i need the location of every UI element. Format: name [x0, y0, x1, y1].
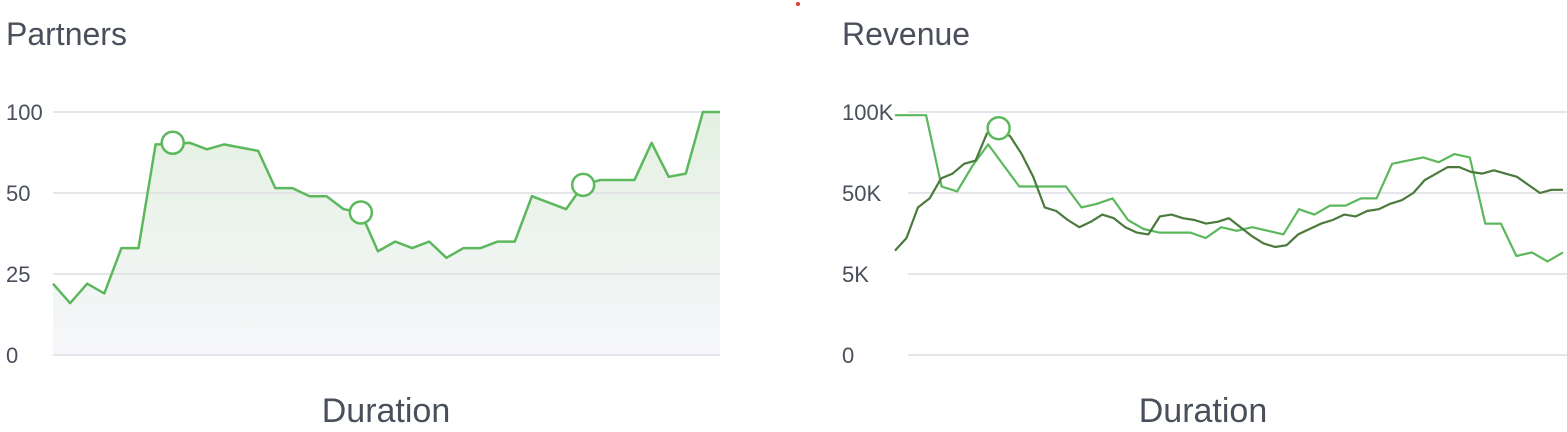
partners-chart-panel: Partners 0 25 50 100 Duration	[0, 0, 740, 432]
partners-y-tick-label: 50	[6, 181, 30, 206]
partners-point-marker	[160, 130, 185, 156]
red-dot-marker	[796, 2, 800, 6]
partners-area-fill	[53, 112, 720, 355]
revenue-chart: 0 5K 50K 100K	[842, 100, 1567, 368]
partners-point-marker	[348, 200, 374, 225]
revenue-y-tick-label: 5K	[842, 262, 869, 287]
partners-point-marker	[570, 172, 596, 198]
revenue-chart-panel: Revenue 0 5K 50K 100K Duration	[836, 0, 1567, 432]
partners-y-tick-label: 25	[6, 262, 30, 287]
revenue-point-marker	[986, 115, 1011, 141]
revenue-x-axis-label: Duration	[1138, 392, 1268, 430]
revenue-y-tick-label: 0	[842, 343, 854, 368]
revenue-y-tick-label: 50K	[842, 181, 881, 206]
revenue-series-line-dark	[894, 127, 1563, 252]
partners-chart: 0 25 50 100	[6, 100, 720, 368]
revenue-y-tick-label: 100K	[842, 100, 894, 125]
partners-x-axis-label: Duration	[321, 392, 451, 430]
partners-y-tick-label: 0	[6, 343, 18, 368]
partners-y-tick-label: 100	[6, 100, 43, 125]
